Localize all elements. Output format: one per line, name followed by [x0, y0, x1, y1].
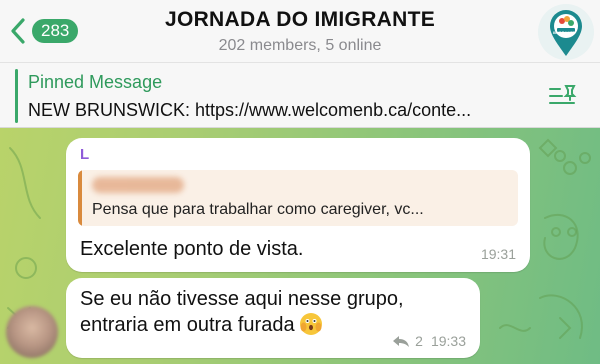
reply-count[interactable]: 2: [415, 333, 423, 349]
shocked-face-hands-icon: [299, 313, 322, 335]
sender-name[interactable]: L: [80, 146, 89, 163]
message-time: 19:33: [430, 333, 466, 349]
reply-quote-text: Pensa que para trabalhar como caregiver,…: [92, 201, 424, 218]
chat-header: 283 JORNADA DO IMIGRANTE 202 members, 5 …: [0, 0, 600, 62]
pinned-message-bar[interactable]: Pinned Message NEW BRUNSWICK: https://ww…: [0, 62, 600, 128]
pinned-message-text: NEW BRUNSWICK: https://www.welcomenb.ca/…: [28, 100, 472, 120]
message-time: 19:31: [480, 246, 516, 262]
message-bubble[interactable]: Se eu não tivesse aqui nesse grupo, entr…: [66, 278, 480, 358]
reply-author-name-blurred: [92, 177, 184, 193]
chat-title-area[interactable]: JORNADA DO IMIGRANTE 202 members, 5 onli…: [0, 7, 600, 57]
message-text: Excelente ponto de vista.: [80, 238, 304, 260]
message-meta: 2 19:33: [391, 333, 466, 349]
group-avatar-text: IMIGRANTE: [553, 30, 576, 35]
pinned-message-label: Pinned Message: [28, 72, 163, 92]
sender-avatar[interactable]: [6, 306, 58, 358]
pinned-list-icon[interactable]: [548, 83, 578, 109]
chat-title: JORNADA DO IMIGRANTE: [164, 8, 436, 31]
reply-accent-bar: [78, 170, 82, 226]
reply-arrow-icon[interactable]: [391, 334, 411, 348]
chat-subtitle: 202 members, 5 online: [218, 37, 382, 54]
reply-quote[interactable]: Pensa que para trabalhar como caregiver,…: [78, 170, 518, 226]
message-text-wrap: Se eu não tivesse aqui nesse grupo, entr…: [80, 286, 470, 338]
chat-area[interactable]: L Pensa que para trabalhar como caregive…: [0, 128, 600, 364]
pinned-accent-bar: [15, 69, 18, 123]
group-avatar[interactable]: IMIGRANTE: [538, 4, 594, 60]
message-bubble[interactable]: L Pensa que para trabalhar como caregive…: [66, 138, 530, 272]
message-text: Se eu não tivesse aqui nesse grupo, entr…: [80, 288, 404, 336]
